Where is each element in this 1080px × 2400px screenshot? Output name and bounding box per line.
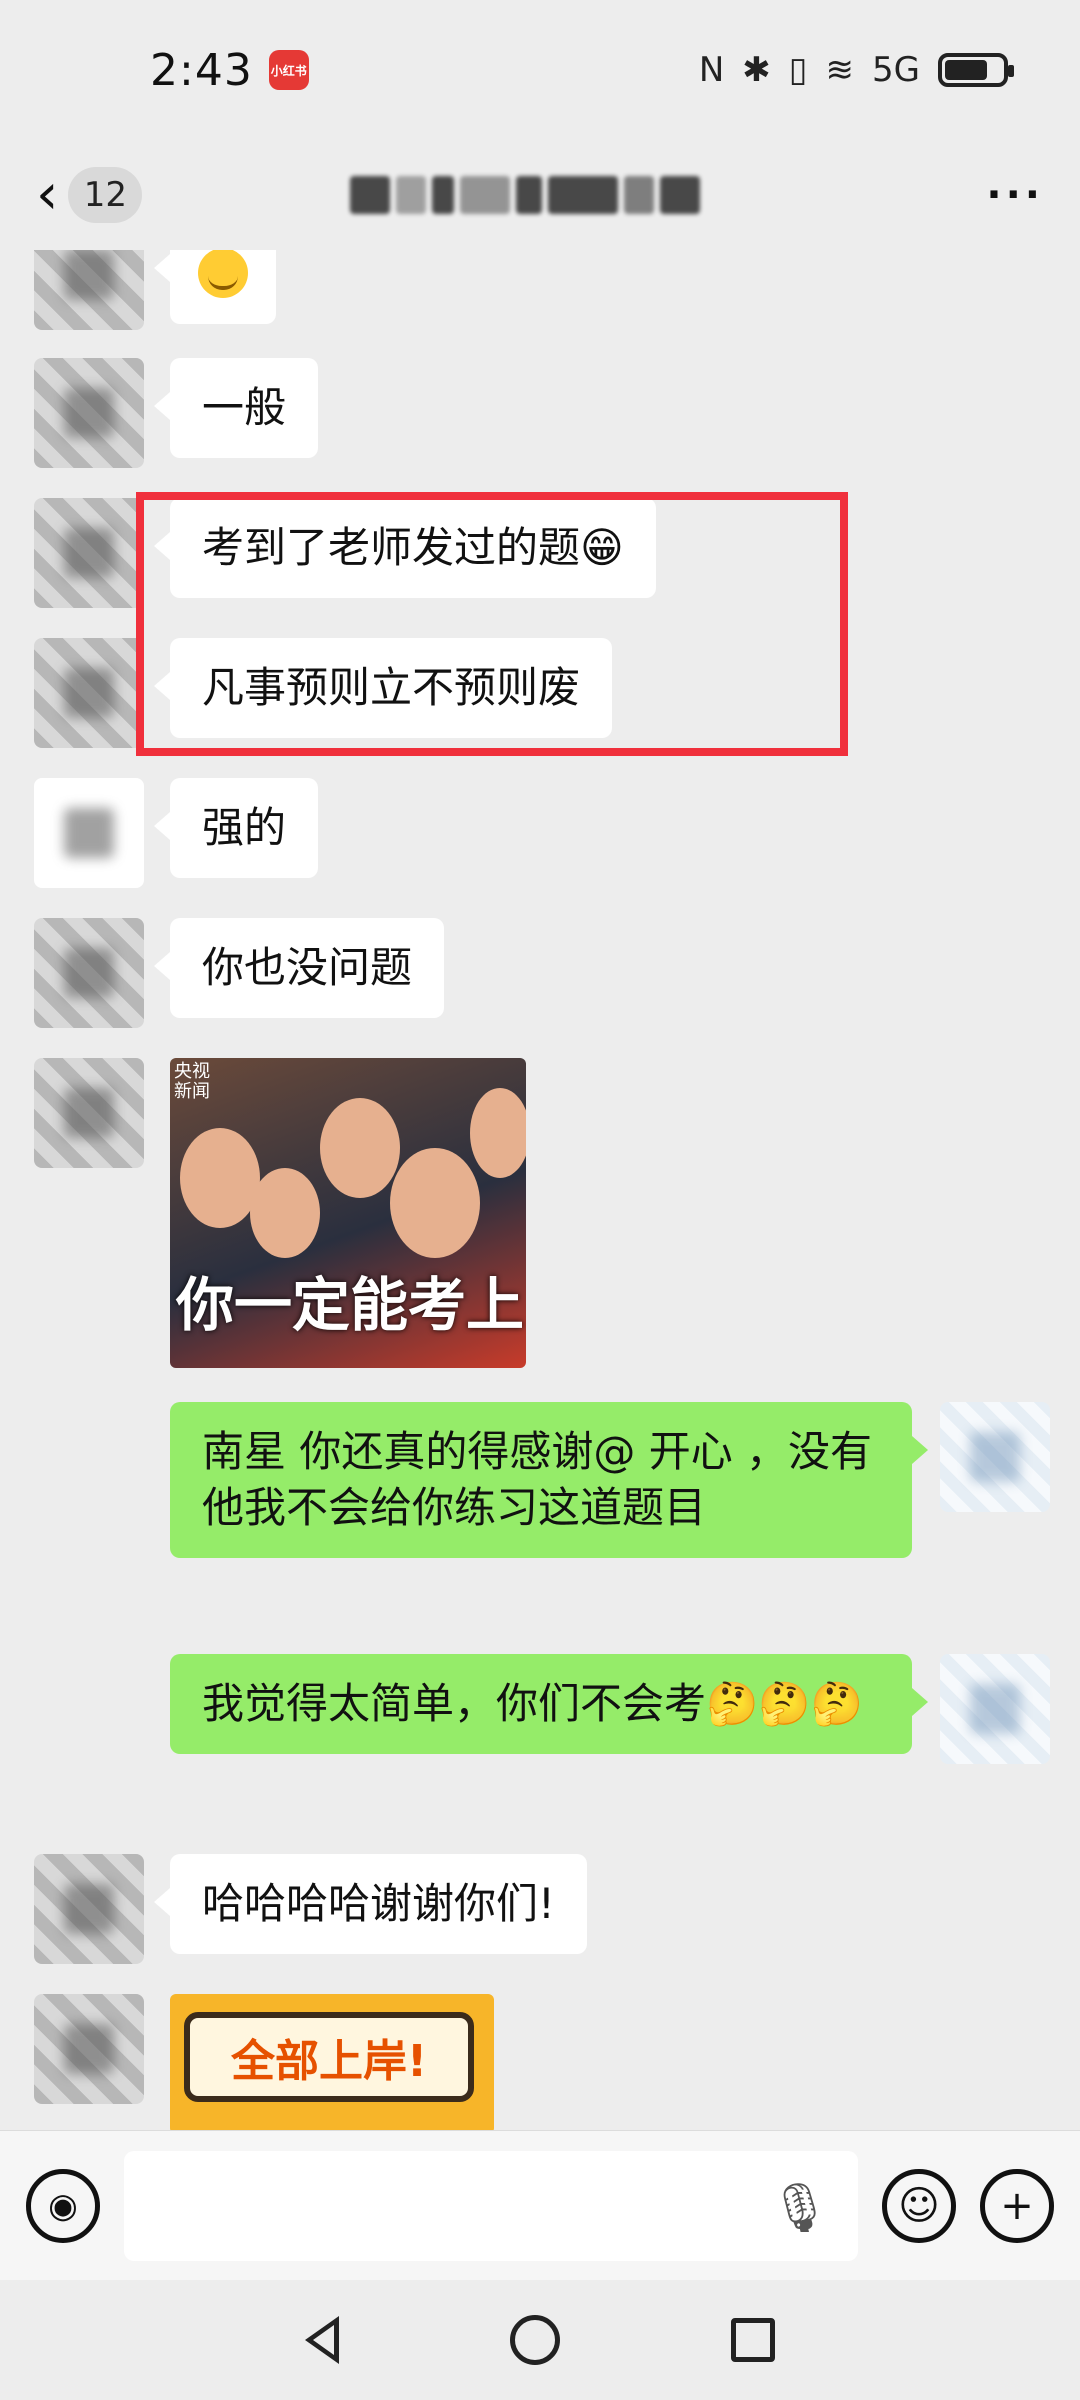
image-message[interactable]: 央视 新闻 你一定能考上 [170,1058,526,1368]
signal-5g-icon: 5G [872,50,920,90]
system-nav-bar [0,2280,1080,2400]
avatar[interactable] [34,1854,144,1964]
avatar[interactable] [34,498,144,608]
message-bubble[interactable]: 你也没问题 [153,918,445,1018]
status-time: 2:43 [150,44,253,96]
nav-back-icon[interactable] [305,2316,340,2364]
image-caption: 你一定能考上 [176,1271,525,1339]
laugh-emoji-icon [198,250,248,298]
message-bubble[interactable]: 南星 你还真的得感谢@ 开心 ，没有他我不会给你练习这道题目 [170,1402,928,1558]
avatar[interactable] [34,1994,144,2104]
voice-input-button[interactable]: ◉ [26,2168,100,2243]
voice-icon: ◉ [48,2185,78,2226]
message-bubble[interactable]: 我觉得太简单，你们不会考🤔🤔🤔 [170,1654,928,1754]
plus-icon: + [1000,2182,1034,2229]
input-bar: ◉ 🎙 ☺ + [0,2130,1080,2280]
unread-count-badge: 12 [68,167,143,223]
chat-message-list[interactable]: 一般 考到了老师发过的题😁 凡事预则立不预则废 强的 你也没问题 央视 新闻 你… [0,250,1080,2130]
app-notification-icon: 小红书 [268,50,309,90]
news-logo: 央视 新闻 [174,1061,210,1102]
battery-icon [938,53,1014,87]
emoji-button[interactable]: ☺ [882,2168,956,2243]
more-functions-button[interactable]: + [980,2168,1054,2243]
avatar[interactable] [34,1058,144,1168]
sticker-caption: 全部上岸! [184,2012,474,2102]
status-bar: 2:43 小红书 N ✱ ▯ ≋ 5G [0,0,1080,140]
message-bubble[interactable]: 哈哈哈哈谢谢你们! [154,1854,587,1954]
nav-home-icon[interactable] [509,2315,560,2365]
nav-recents-icon[interactable] [730,2318,775,2362]
avatar[interactable] [34,358,144,468]
bluetooth-icon: ✱ [742,50,771,90]
smiley-icon: ☺ [898,2182,940,2229]
message-bubble[interactable] [154,250,276,324]
message-input[interactable]: 🎙 [124,2150,858,2261]
more-options-icon[interactable]: ··· [986,172,1044,218]
avatar[interactable] [34,918,144,1028]
message-bubble[interactable]: 一般 [153,358,319,458]
photo-image: 央视 新闻 你一定能考上 [170,1058,526,1368]
avatar[interactable] [940,1654,1050,1764]
avatar[interactable] [940,1402,1050,1512]
back-button[interactable]: ‹ 12 [36,162,143,227]
chat-title-redacted [350,170,740,220]
vibrate-icon: ▯ [788,50,808,90]
status-indicators: N ✱ ▯ ≋ 5G [698,50,1014,90]
microphone-icon[interactable]: 🎙 [769,2179,830,2236]
avatar[interactable] [34,778,144,888]
sticker-image: 全部上岸! [170,1994,494,2130]
chat-header: ‹ 12 ··· [0,140,1080,250]
message-bubble[interactable]: 强的 [153,778,319,878]
avatar[interactable] [34,250,144,330]
wifi-icon: ≋ [825,50,855,90]
chevron-left-icon: ‹ [36,162,59,227]
avatar[interactable] [34,638,144,748]
status-left: 2:43 小红书 [150,45,309,96]
sticker-message[interactable]: 全部上岸! [170,1994,494,2130]
nfc-icon: N [698,50,725,90]
highlight-annotation-box [136,492,848,756]
